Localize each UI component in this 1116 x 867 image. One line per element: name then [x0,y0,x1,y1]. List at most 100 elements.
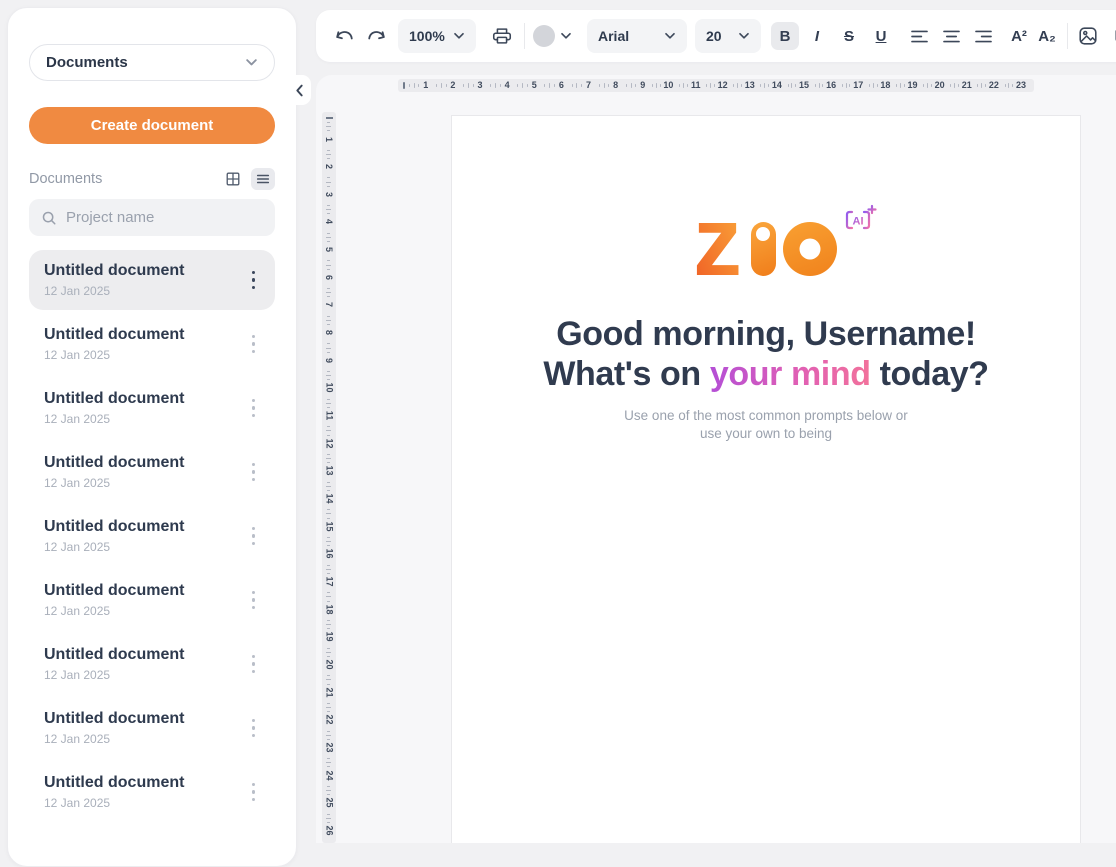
document-title: Untitled document [44,582,184,600]
kebab-menu-icon[interactable] [246,777,262,808]
document-date: 12 Jan 2025 [44,284,184,298]
document-text-wrap: Untitled document 12 Jan 2025 [44,582,184,618]
chevron-down-icon [453,32,465,40]
list-item[interactable]: Untitled document 12 Jan 2025 [29,762,275,822]
horizontal-ruler[interactable]: 1234567891011121314151617181920212223 [398,79,1034,92]
document-date: 12 Jan 2025 [44,540,184,554]
superscript-button[interactable]: A² [1005,22,1033,50]
document-title: Untitled document [44,262,184,280]
editor-canvas: 1234567891011121314151617181920212223 12… [316,75,1116,843]
grid-view-button[interactable] [221,168,245,190]
list-item[interactable]: Untitled document 12 Jan 2025 [29,314,275,374]
kebab-menu-icon[interactable] [246,265,262,296]
documents-section-label: Documents [29,171,102,187]
document-date: 12 Jan 2025 [44,348,184,362]
zoom-select[interactable]: 100% [398,19,476,53]
logo-row: z AI [452,222,1080,276]
chevron-down-icon [664,32,676,40]
chevron-left-icon [295,84,304,97]
greeting-subtitle: Use one of the most common prompts below… [452,407,1080,443]
kebab-menu-icon[interactable] [246,713,262,744]
search-input[interactable] [66,209,263,226]
print-button[interactable] [488,22,516,50]
search-icon [41,210,57,226]
toolbar-divider [524,23,525,49]
align-left-icon [910,29,929,44]
document-title: Untitled document [44,326,184,344]
document-date: 12 Jan 2025 [44,476,184,490]
document-title: Untitled document [44,390,184,408]
kebab-menu-icon[interactable] [246,457,262,488]
document-text-wrap: Untitled document 12 Jan 2025 [44,774,184,810]
list-item[interactable]: Untitled document 12 Jan 2025 [29,506,275,566]
zoom-value: 100% [409,28,445,44]
align-center-icon [942,29,961,44]
ai-badge-label: AI [852,216,863,228]
document-text-wrap: Untitled document 12 Jan 2025 [44,646,184,682]
document-text-wrap: Untitled document 12 Jan 2025 [44,390,184,426]
document-page[interactable]: z AI [451,115,1081,843]
document-date: 12 Jan 2025 [44,668,184,682]
document-title: Untitled document [44,774,184,792]
kebab-menu-icon[interactable] [246,585,262,616]
undo-button[interactable] [330,22,358,50]
document-text-wrap: Untitled document 12 Jan 2025 [44,710,184,746]
document-date: 12 Jan 2025 [44,604,184,618]
greeting-line2-prefix: What's on [543,355,710,393]
logo-letter-o [783,222,837,276]
redo-button[interactable] [362,22,390,50]
subtitle-line1: Use one of the most common prompts below… [624,408,908,423]
logo-letter-i [751,222,776,276]
insert-image-button[interactable] [1074,22,1102,50]
chevron-down-icon [245,58,258,67]
align-center-button[interactable] [937,22,965,50]
align-right-button[interactable] [969,22,997,50]
document-date: 12 Jan 2025 [44,796,184,810]
color-swatch [533,25,555,47]
sidebar: Documents Create document Documents Unti… [7,7,297,867]
underline-button[interactable]: U [867,22,895,50]
logo-letter-z: z [696,222,744,276]
align-left-button[interactable] [905,22,933,50]
document-text-wrap: Untitled document 12 Jan 2025 [44,262,184,298]
image-icon [1077,25,1099,47]
view-toggles [221,168,275,190]
list-item[interactable]: Untitled document 12 Jan 2025 [29,250,275,310]
list-item[interactable]: Untitled document 12 Jan 2025 [29,634,275,694]
bold-button[interactable]: B [771,22,799,50]
strikethrough-button[interactable]: S [835,22,863,50]
list-item[interactable]: Untitled document 12 Jan 2025 [29,570,275,630]
document-text-wrap: Untitled document 12 Jan 2025 [44,326,184,362]
text-color-picker[interactable] [533,25,572,47]
document-title: Untitled document [44,518,184,536]
list-item[interactable]: Untitled document 12 Jan 2025 [29,378,275,438]
sidebar-collapse-button[interactable] [287,75,311,105]
zio-logo: z AI [696,222,837,276]
chevron-down-icon [738,32,750,40]
toolbar-divider [1067,23,1068,49]
document-title: Untitled document [44,454,184,472]
project-search [29,199,275,236]
insert-table-button[interactable] [1110,22,1116,50]
greeting-heading: Good morning, Username! What's on your m… [452,314,1080,394]
workspace-selector[interactable]: Documents [29,44,275,81]
document-list: Untitled document 12 Jan 2025 Untitled d… [29,250,275,822]
create-document-button[interactable]: Create document [29,107,275,144]
font-size-value: 20 [706,28,722,44]
ai-badge-icon: AI [841,204,877,236]
subscript-button[interactable]: A₂ [1033,22,1061,50]
list-view-button[interactable] [251,168,275,190]
kebab-menu-icon[interactable] [246,393,262,424]
italic-button[interactable]: I [803,22,831,50]
align-right-icon [974,29,993,44]
kebab-menu-icon[interactable] [246,649,262,680]
kebab-menu-icon[interactable] [246,329,262,360]
kebab-menu-icon[interactable] [246,521,262,552]
vertical-ruler[interactable]: 1234567891011121314151617181920212223242… [322,112,336,843]
toolbar: 100% Arial 20 B I S U A² A₂ [316,10,1116,62]
font-size-select[interactable]: 20 [695,19,761,53]
font-family-select[interactable]: Arial [587,19,687,53]
chevron-down-icon [560,32,572,40]
list-item[interactable]: Untitled document 12 Jan 2025 [29,698,275,758]
list-item[interactable]: Untitled document 12 Jan 2025 [29,442,275,502]
